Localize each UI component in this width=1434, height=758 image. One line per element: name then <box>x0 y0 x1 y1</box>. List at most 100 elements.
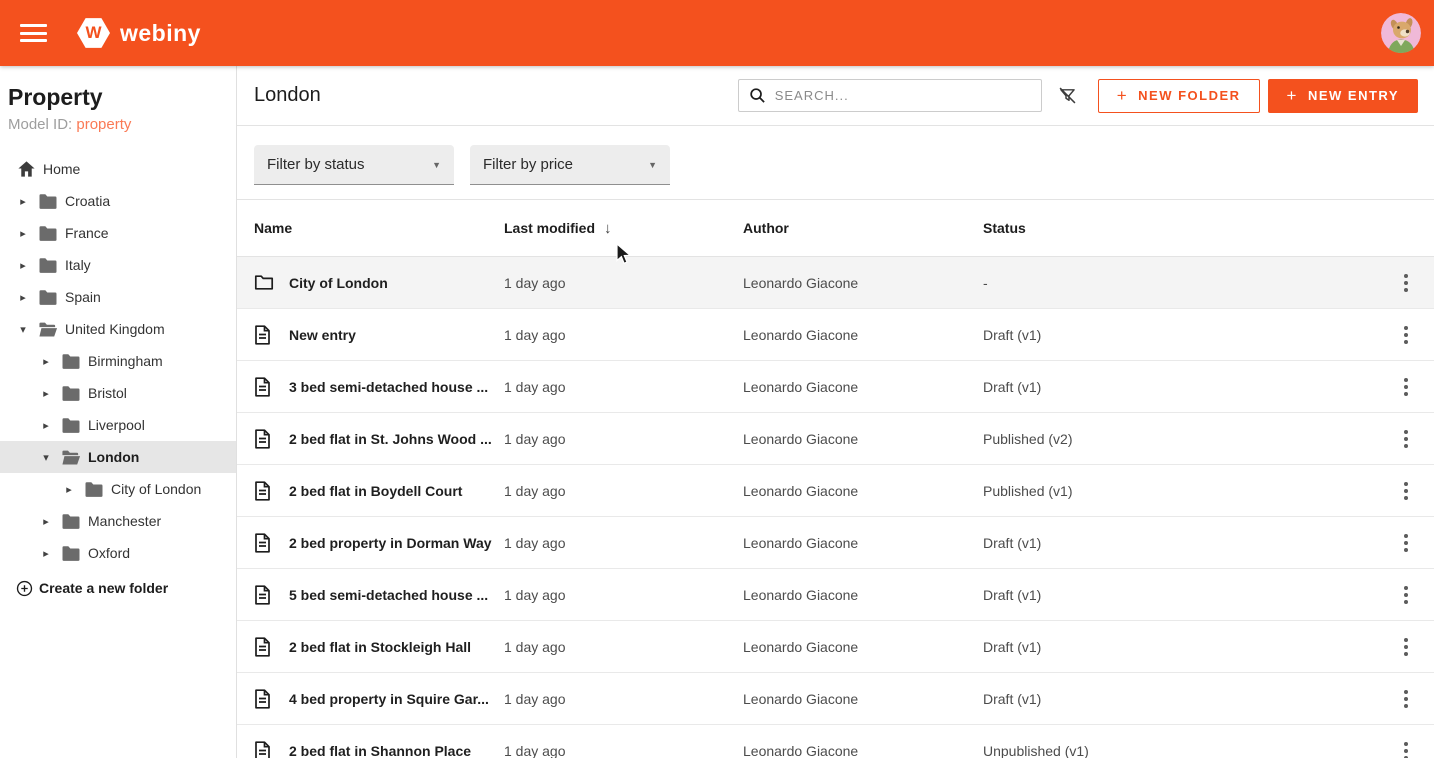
sidebar-item-city-of-london[interactable]: ▸ City of London <box>0 473 236 505</box>
document-icon <box>254 325 274 345</box>
table-row-2-bed-flat-in-stockleigh-hall[interactable]: 2 bed flat in Stockleigh Hall 1 day ago … <box>237 621 1434 673</box>
entry-name: City of London <box>289 275 388 291</box>
sidebar-item-croatia[interactable]: ▸ Croatia <box>0 185 236 217</box>
model-id-value: property <box>76 116 131 133</box>
create-new-folder-button[interactable]: Create a new folder <box>0 572 236 604</box>
table-row-4-bed-property-in-squire-gar[interactable]: 4 bed property in Squire Gar... 1 day ag… <box>237 673 1434 725</box>
content-header: London + NEW FOLDER <box>237 66 1434 126</box>
chevron-right-icon[interactable]: ▸ <box>39 547 53 560</box>
home-icon <box>16 159 36 179</box>
author-cell: Leonardo Giacone <box>743 691 983 707</box>
chevron-down-icon[interactable]: ▾ <box>16 323 30 336</box>
filter-select-label: Filter by status <box>267 156 365 173</box>
name-cell: 4 bed property in Squire Gar... <box>254 689 504 709</box>
row-options-kebab-icon[interactable] <box>1394 271 1418 295</box>
chevron-right-icon[interactable]: ▸ <box>16 259 30 272</box>
table-row-2-bed-flat-in-shannon-place[interactable]: 2 bed flat in Shannon Place 1 day ago Le… <box>237 725 1434 758</box>
webiny-hexagon-icon: W <box>77 18 110 49</box>
column-header-author[interactable]: Author <box>743 220 983 236</box>
last-modified-cell: 1 day ago <box>504 535 743 551</box>
sidebar-item-bristol[interactable]: ▸ Bristol <box>0 377 236 409</box>
author-cell: Leonardo Giacone <box>743 743 983 758</box>
row-options-kebab-icon[interactable] <box>1394 635 1418 659</box>
column-header-name[interactable]: Name <box>254 220 504 236</box>
last-modified-cell: 1 day ago <box>504 483 743 499</box>
last-modified-cell: 1 day ago <box>504 275 743 291</box>
author-cell: Leonardo Giacone <box>743 275 983 291</box>
column-header-status[interactable]: Status <box>983 220 1382 236</box>
document-icon <box>254 481 274 501</box>
entry-name: 2 bed property in Dorman Way <box>289 535 492 551</box>
current-folder-title: London <box>254 84 321 107</box>
sidebar-item-spain[interactable]: ▸ Spain <box>0 281 236 313</box>
table-row-2-bed-property-in-dorman-way[interactable]: 2 bed property in Dorman Way 1 day ago L… <box>237 517 1434 569</box>
table-row-new-entry[interactable]: New entry 1 day ago Leonardo Giacone Dra… <box>237 309 1434 361</box>
filter-off-icon[interactable] <box>1056 84 1080 108</box>
entry-name: 2 bed flat in St. Johns Wood ... <box>289 431 492 447</box>
folder-closed-icon <box>61 351 81 371</box>
chevron-right-icon[interactable]: ▸ <box>16 291 30 304</box>
entry-name: 4 bed property in Squire Gar... <box>289 691 489 707</box>
sidebar-item-italy[interactable]: ▸ Italy <box>0 249 236 281</box>
menu-icon[interactable] <box>20 24 47 42</box>
chevron-down-icon[interactable]: ▾ <box>39 451 53 464</box>
author-cell: Leonardo Giacone <box>743 431 983 447</box>
entry-name: 2 bed flat in Stockleigh Hall <box>289 639 471 655</box>
row-options-kebab-icon[interactable] <box>1394 479 1418 503</box>
name-cell: 2 bed flat in Stockleigh Hall <box>254 637 504 657</box>
table-row-5-bed-semi-detached-house[interactable]: 5 bed semi-detached house ... 1 day ago … <box>237 569 1434 621</box>
sidebar: Property Model ID: property Home ▸ Croat… <box>0 66 237 758</box>
sidebar-item-united-kingdom[interactable]: ▾ United Kingdom <box>0 313 236 345</box>
sidebar-item-label: Liverpool <box>88 417 145 433</box>
chevron-right-icon[interactable]: ▸ <box>39 387 53 400</box>
row-options-kebab-icon[interactable] <box>1394 739 1418 758</box>
filters-bar: Filter by status ▼ Filter by price ▼ <box>237 126 1434 200</box>
table-row-3-bed-semi-detached-house[interactable]: 3 bed semi-detached house ... 1 day ago … <box>237 361 1434 413</box>
sidebar-item-manchester[interactable]: ▸ Manchester <box>0 505 236 537</box>
folder-closed-icon <box>61 415 81 435</box>
sidebar-item-oxford[interactable]: ▸ Oxford <box>0 537 236 569</box>
chevron-right-icon[interactable]: ▸ <box>39 419 53 432</box>
sidebar-item-label: Spain <box>65 289 101 305</box>
new-entry-button[interactable]: + NEW ENTRY <box>1268 79 1418 113</box>
sidebar-item-birmingham[interactable]: ▸ Birmingham <box>0 345 236 377</box>
row-options-kebab-icon[interactable] <box>1394 531 1418 555</box>
chevron-right-icon[interactable]: ▸ <box>16 195 30 208</box>
chevron-down-icon: ▼ <box>432 160 441 170</box>
name-cell: 2 bed property in Dorman Way <box>254 533 504 553</box>
sidebar-item-label: Manchester <box>88 513 161 529</box>
folder-open-icon <box>61 447 81 467</box>
row-options-kebab-icon[interactable] <box>1394 323 1418 347</box>
column-header-last-modified[interactable]: Last modified ↓ <box>504 220 743 237</box>
topbar: W webiny <box>0 0 1434 66</box>
row-options-kebab-icon[interactable] <box>1394 375 1418 399</box>
filter-select-filter-by-price[interactable]: Filter by price ▼ <box>470 145 670 185</box>
new-folder-button[interactable]: + NEW FOLDER <box>1098 79 1260 113</box>
model-id-label: Model ID: <box>8 116 72 133</box>
sidebar-item-home[interactable]: Home <box>0 153 236 185</box>
sidebar-item-label: Birmingham <box>88 353 163 369</box>
user-avatar[interactable] <box>1381 13 1421 53</box>
search-input[interactable] <box>775 88 1031 103</box>
sidebar-item-label: London <box>88 449 139 465</box>
folder-tree: Home ▸ Croatia ▸ France ▸ Italy ▸ Spain … <box>0 153 236 569</box>
status-cell: Draft (v1) <box>983 327 1382 343</box>
sidebar-item-france[interactable]: ▸ France <box>0 217 236 249</box>
sidebar-item-london[interactable]: ▾ London <box>0 441 236 473</box>
row-options-kebab-icon[interactable] <box>1394 583 1418 607</box>
table-row-2-bed-flat-in-st-johns-wood[interactable]: 2 bed flat in St. Johns Wood ... 1 day a… <box>237 413 1434 465</box>
filter-select-filter-by-status[interactable]: Filter by status ▼ <box>254 145 454 185</box>
sidebar-item-label: France <box>65 225 109 241</box>
chevron-right-icon[interactable]: ▸ <box>39 355 53 368</box>
row-options-kebab-icon[interactable] <box>1394 687 1418 711</box>
row-options-kebab-icon[interactable] <box>1394 427 1418 451</box>
chevron-right-icon[interactable]: ▸ <box>39 515 53 528</box>
last-modified-cell: 1 day ago <box>504 743 743 758</box>
table-row-2-bed-flat-in-boydell-court[interactable]: 2 bed flat in Boydell Court 1 day ago Le… <box>237 465 1434 517</box>
table-row-city-of-london[interactable]: City of London 1 day ago Leonardo Giacon… <box>237 257 1434 309</box>
document-icon <box>254 429 274 449</box>
sidebar-item-liverpool[interactable]: ▸ Liverpool <box>0 409 236 441</box>
chevron-right-icon[interactable]: ▸ <box>62 483 76 496</box>
column-header-label: Last modified <box>504 220 595 236</box>
chevron-right-icon[interactable]: ▸ <box>16 227 30 240</box>
